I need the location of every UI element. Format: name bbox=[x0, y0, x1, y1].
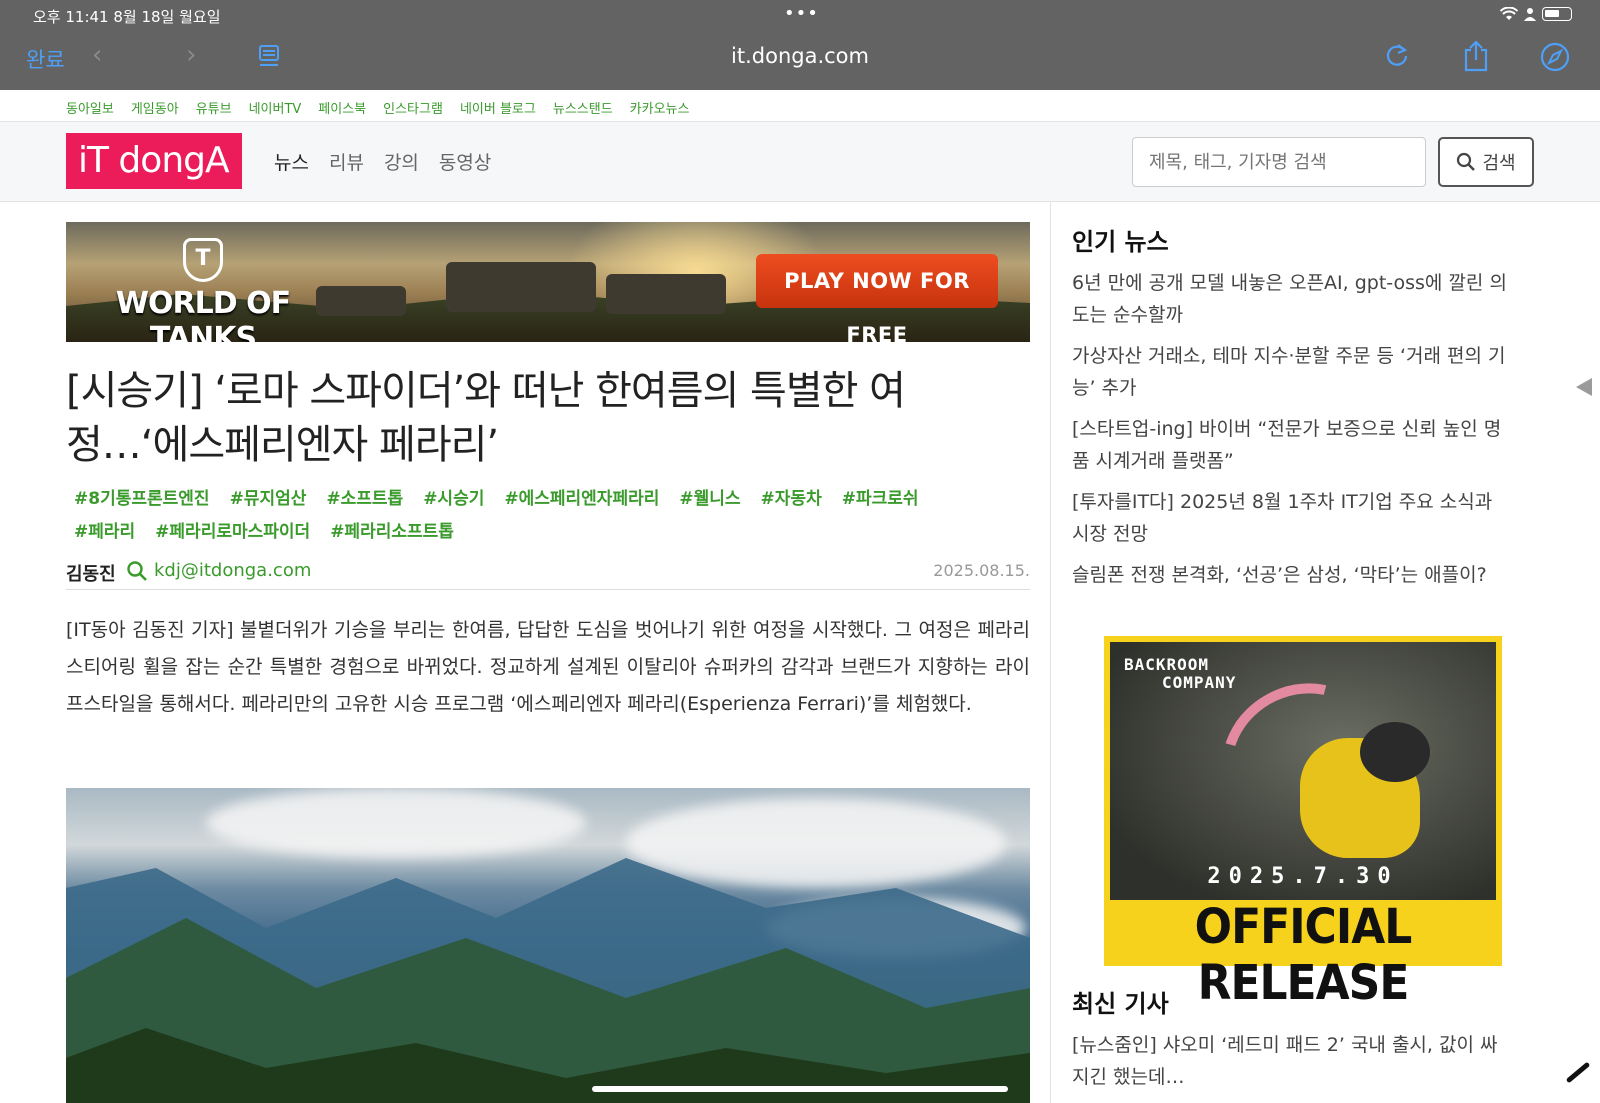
author-email[interactable]: kdj@itdonga.com bbox=[154, 560, 311, 581]
tag-link[interactable]: #8기통프론트엔진 bbox=[74, 484, 210, 509]
play-now-button[interactable]: PLAY NOW FOR FREE bbox=[756, 254, 998, 342]
family-link-instagram[interactable]: 인스타그램 bbox=[383, 98, 443, 117]
article-column: T WORLD OF TANKS PLAY NOW FOR FREE [시승기]… bbox=[66, 222, 1030, 723]
popular-news-list: 6년 만에 공개 모델 내놓은 오픈AI, gpt-oss에 깔린 의도는 순수… bbox=[1072, 267, 1512, 591]
sidebar: 인기 뉴스 6년 만에 공개 모델 내놓은 오픈AI, gpt-oss에 깔린 … bbox=[1072, 222, 1512, 600]
article-title: [시승기] ‘로마 스파이더’와 떠난 한여름의 특별한 여정…‘에스페리엔자 … bbox=[66, 368, 906, 468]
column-divider bbox=[1050, 202, 1051, 1103]
tag-link[interactable]: #시승기 bbox=[423, 484, 484, 509]
family-link-youtube[interactable]: 유튜브 bbox=[196, 98, 232, 117]
popular-news-item[interactable]: 가상자산 거래소, 테마 지수·분할 주문 등 ‘거래 편의 기능’ 추가 bbox=[1072, 340, 1512, 404]
family-link-donga[interactable]: 동아일보 bbox=[66, 98, 114, 117]
family-links: 동아일보 게임동아 유튜브 네이버TV 페이스북 인스타그램 네이버 블로그 뉴… bbox=[66, 98, 689, 117]
tag-link[interactable]: #소프트톱 bbox=[326, 484, 403, 509]
done-button[interactable]: 완료 bbox=[26, 44, 65, 74]
status-icons bbox=[1500, 7, 1572, 21]
family-link-navertv[interactable]: 네이버TV bbox=[249, 98, 302, 117]
family-links-bar: 동아일보 게임동아 유튜브 네이버TV 페이스북 인스타그램 네이버 블로그 뉴… bbox=[0, 90, 1600, 122]
search-button[interactable]: 검색 bbox=[1438, 137, 1534, 187]
reload-icon[interactable] bbox=[1384, 42, 1410, 72]
tag-link[interactable]: #웰니스 bbox=[679, 484, 740, 509]
ad-logo: BACKROOM COMPANY bbox=[1124, 655, 1237, 692]
pencil-icon bbox=[1565, 1061, 1591, 1084]
nav-news[interactable]: 뉴스 bbox=[274, 148, 309, 175]
family-link-newsstand[interactable]: 뉴스스탠드 bbox=[553, 98, 613, 117]
popular-news-item[interactable]: [투자를IT다] 2025년 8월 1주차 IT기업 주요 소식과 시장 전망 bbox=[1072, 486, 1512, 550]
home-indicator[interactable] bbox=[592, 1086, 1008, 1092]
tag-link[interactable]: #뮤지엄산 bbox=[230, 484, 307, 509]
compass-icon[interactable] bbox=[1540, 42, 1570, 76]
latest-articles: 최신 기사 [뉴스줌인] 샤오미 ‘레드미 패드 2’ 국내 출시, 값이 싸지… bbox=[1072, 984, 1512, 1093]
article-tags: #8기통프론트엔진 #뮤지엄산 #소프트톱 #시승기 #에스페리엔자페라리 #웰… bbox=[66, 484, 966, 542]
forward-button[interactable]: › bbox=[186, 40, 196, 70]
person-icon bbox=[1524, 8, 1536, 21]
site-logo[interactable]: iT dongA bbox=[66, 133, 242, 189]
popular-news-item[interactable]: [스타트업-ing] 바이버 “전문가 보증으로 신뢰 높인 명품 시계거래 플… bbox=[1072, 413, 1512, 477]
wot-banner-ad[interactable]: T WORLD OF TANKS PLAY NOW FOR FREE bbox=[66, 222, 1030, 342]
wot-brand: WORLD OF TANKS bbox=[115, 286, 291, 342]
reader-icon[interactable] bbox=[258, 44, 280, 74]
ad-release-date: 2025.7.30 bbox=[1207, 864, 1399, 889]
search-icon bbox=[1457, 152, 1476, 171]
popular-news-title: 인기 뉴스 bbox=[1072, 228, 1169, 256]
tank-graphic bbox=[316, 286, 406, 316]
wifi-icon bbox=[1500, 7, 1518, 20]
status-bar: 오후 11:41 8월 18일 월요일 ••• bbox=[0, 0, 1600, 30]
family-link-gamedonga[interactable]: 게임동아 bbox=[131, 98, 179, 117]
latest-article-item[interactable]: [뉴스줌인] 샤오미 ‘레드미 패드 2’ 국내 출시, 값이 싸지긴 했는데… bbox=[1072, 1029, 1512, 1093]
article-photo bbox=[66, 788, 1030, 1103]
browser-toolbar: 완료 ‹ › it.donga.com bbox=[0, 34, 1600, 90]
author-name[interactable]: 김동진 bbox=[66, 560, 116, 586]
tag-link[interactable]: #페라리로마스파이더 bbox=[155, 517, 310, 542]
address-bar[interactable]: it.donga.com bbox=[600, 44, 1000, 68]
battery-icon bbox=[1542, 7, 1572, 21]
ad-scene: BACKROOM COMPANY bbox=[1110, 642, 1496, 900]
wot-logo: T WORLD OF TANKS bbox=[100, 238, 306, 342]
tank-graphic bbox=[446, 262, 596, 312]
main-nav: 뉴스 리뷰 강의 동영상 bbox=[274, 148, 491, 175]
multitask-dots[interactable]: ••• bbox=[784, 3, 819, 24]
article-body: [IT동아 김동진 기자] 불볕더위가 기승을 부리는 한여름, 답답한 도심을… bbox=[66, 619, 1030, 715]
byline: 김동진 kdj@itdonga.com 2025.08.15. bbox=[66, 558, 1030, 590]
tag-link[interactable]: #자동차 bbox=[761, 484, 822, 509]
wot-emblem-icon: T bbox=[183, 238, 223, 282]
article-date: 2025.08.15. bbox=[933, 561, 1030, 580]
family-link-naver-blog[interactable]: 네이버 블로그 bbox=[460, 98, 536, 117]
tank-graphic bbox=[606, 274, 726, 314]
popular-news-item[interactable]: 6년 만에 공개 모델 내놓은 오픈AI, gpt-oss에 깔린 의도는 순수… bbox=[1072, 267, 1512, 331]
backroom-company-ad[interactable]: BACKROOM COMPANY 2025.7.30 OFFICIAL RELE… bbox=[1104, 636, 1502, 1011]
tag-link[interactable]: #페라리소프트톱 bbox=[330, 517, 454, 542]
back-button[interactable]: ‹ bbox=[92, 40, 102, 70]
family-link-facebook[interactable]: 페이스북 bbox=[318, 98, 366, 117]
search-icon[interactable] bbox=[126, 560, 148, 586]
status-time: 오후 11:41 8월 18일 월요일 bbox=[33, 8, 221, 26]
browser-chrome: 오후 11:41 8월 18일 월요일 ••• 완료 ‹ › it.donga.… bbox=[0, 0, 1600, 90]
search-button-label: 검색 bbox=[1482, 153, 1516, 174]
site-header: iT dongA 뉴스 리뷰 강의 동영상 검색 bbox=[0, 122, 1600, 202]
family-link-kakaonews[interactable]: 카카오뉴스 bbox=[630, 98, 690, 117]
nav-video[interactable]: 동영상 bbox=[439, 148, 491, 175]
tag-link[interactable]: #에스페리엔자페라리 bbox=[504, 484, 659, 509]
popular-news-item[interactable]: 슬림폰 전쟁 본격화, ‘선공’은 삼성, ‘막타’는 애플이? bbox=[1072, 559, 1512, 591]
nav-lecture[interactable]: 강의 bbox=[384, 148, 419, 175]
side-panel-arrow-icon[interactable] bbox=[1576, 378, 1592, 396]
tag-link[interactable]: #페라리 bbox=[74, 517, 135, 542]
share-icon[interactable] bbox=[1462, 40, 1490, 76]
latest-articles-title: 최신 기사 bbox=[1072, 990, 1169, 1018]
search-input[interactable] bbox=[1132, 137, 1426, 187]
nav-review[interactable]: 리뷰 bbox=[329, 148, 364, 175]
tag-link[interactable]: #파크로쉬 bbox=[842, 484, 919, 509]
